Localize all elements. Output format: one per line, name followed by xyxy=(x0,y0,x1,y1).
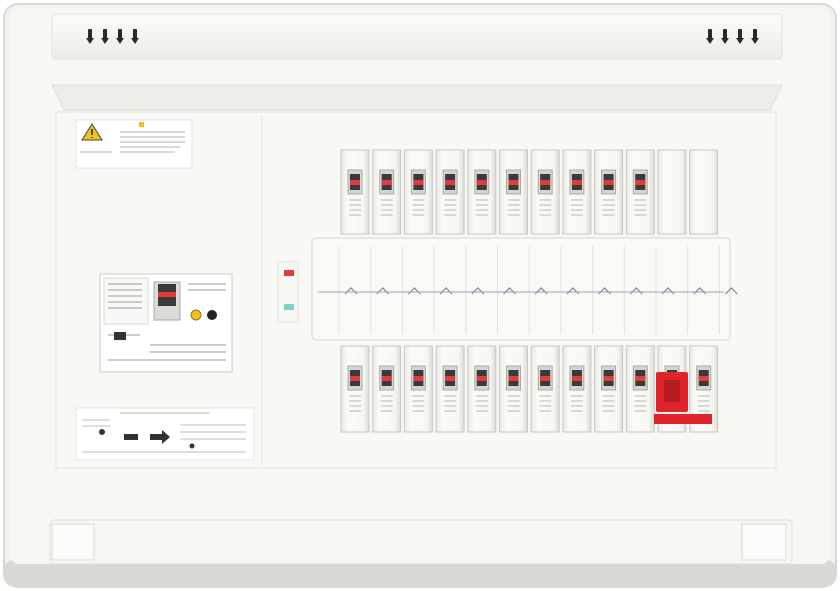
bottom-breaker-6[interactable] xyxy=(499,345,528,433)
bottom-breaker-4[interactable] xyxy=(435,345,465,433)
bottom-breaker-1[interactable] xyxy=(340,345,370,433)
top-breaker-2[interactable] xyxy=(372,149,402,235)
top-breaker-10[interactable] xyxy=(625,149,655,235)
bottom-breaker-8[interactable] xyxy=(562,345,592,433)
reset-button[interactable] xyxy=(207,310,217,320)
bottom-breaker-2[interactable] xyxy=(372,345,402,433)
bottom-breaker-9[interactable] xyxy=(594,345,624,433)
top-breaker-1[interactable] xyxy=(340,149,370,235)
bottom-cover-tab-left[interactable] xyxy=(51,523,95,561)
test-button[interactable] xyxy=(190,309,202,321)
bottom-cover-tab-right[interactable] xyxy=(741,523,787,561)
top-breaker-12[interactable] xyxy=(689,149,719,235)
top-breaker-11[interactable] xyxy=(657,149,687,235)
distribution-board xyxy=(3,3,837,588)
top-cover xyxy=(51,13,783,60)
warning-label xyxy=(75,119,193,169)
top-breaker-5[interactable] xyxy=(467,149,497,235)
top-breaker-7[interactable] xyxy=(530,149,560,235)
bottom-breaker-7[interactable] xyxy=(530,345,560,433)
indicator-green xyxy=(284,304,294,310)
top-breaker-8[interactable] xyxy=(562,149,592,235)
main-breaker[interactable] xyxy=(99,273,233,373)
top-breaker-4[interactable] xyxy=(435,149,465,235)
bottom-breaker-5[interactable] xyxy=(467,345,497,433)
bus-bar-cover xyxy=(311,237,738,341)
top-breaker-9[interactable] xyxy=(594,149,624,235)
top-breaker-6[interactable] xyxy=(499,149,528,235)
indicator-red xyxy=(284,270,294,276)
top-breaker-3[interactable] xyxy=(403,149,433,235)
bottom-cover xyxy=(49,519,793,565)
bottom-breaker-10[interactable] xyxy=(625,345,655,433)
bottom-breaker-3[interactable] xyxy=(403,345,433,433)
instruction-label xyxy=(75,407,255,461)
top-cover-bevel xyxy=(51,84,783,111)
